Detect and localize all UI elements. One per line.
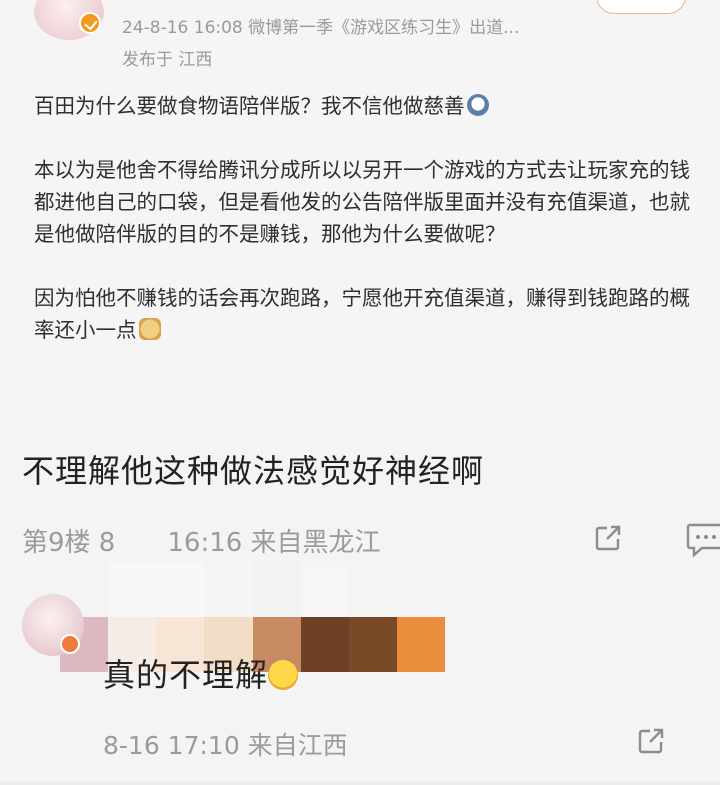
comment-icon[interactable] [686,522,720,558]
post-body: 百田为什么要做食物语陪伴版？我不信他做慈善 本以为是他舍不得给腾讯分成所以以另开… [34,90,694,346]
floor-time-location: 16:16 来自黑龙江 [167,528,381,558]
doge-emoji-icon [138,318,161,340]
share-icon[interactable] [594,524,622,552]
reply-meta: 8-16 17:10 来自江西 [103,731,348,760]
reply-share-icon[interactable] [637,727,665,755]
mosaic-cell [348,562,397,617]
mosaic-cell [108,562,157,617]
post-paragraph-3: 因为怕他不赚钱的话会再次跑路，宁愿他开充值渠道，赚得到钱跑路的概率还小一点 [34,286,690,342]
post-paragraph-1: 百田为什么要做食物语陪伴版？我不信他做慈善 [34,90,694,122]
verified-badge-icon [79,12,101,34]
post-meta: 24-8-16 16:08 微博第一季《游戏区练习生》出道... [122,18,520,38]
reply-text: 真的不理解 [103,650,299,696]
laugh-cry-emoji-icon [268,660,299,690]
mosaic-cell [348,617,397,672]
weibo-post-panel: 24-8-16 16:08 微博第一季《游戏区练习生》出道... 发布于 江西 … [0,0,720,432]
user-badge-icon [60,634,80,654]
mosaic-cell [396,617,445,672]
mosaic-cell [252,562,301,617]
mosaic-cell [300,617,349,672]
comment-question-text: 不理解他这种做法感觉好神经啊 [22,452,485,490]
post-paragraph-2: 本以为是他舍不得给腾讯分成所以以另开一个游戏的方式去让玩家充的钱都进他自己的口袋… [34,158,690,246]
mosaic-cell [156,562,205,617]
floor-number: 第9楼 8 [22,528,116,558]
shock-face-emoji-icon [466,94,489,116]
comment-thread: 不理解他这种做法感觉好神经啊 第9楼 8 16:16 来自黑龙江 真的不理解 8-… [0,432,720,785]
floor-info: 第9楼 8 16:16 来自黑龙江 [22,522,381,559]
follow-button[interactable] [596,0,686,14]
mosaic-cell [204,562,253,617]
post-location: 发布于 江西 [122,50,213,70]
mosaic-cell [300,562,349,617]
mosaic-cell [396,562,445,617]
